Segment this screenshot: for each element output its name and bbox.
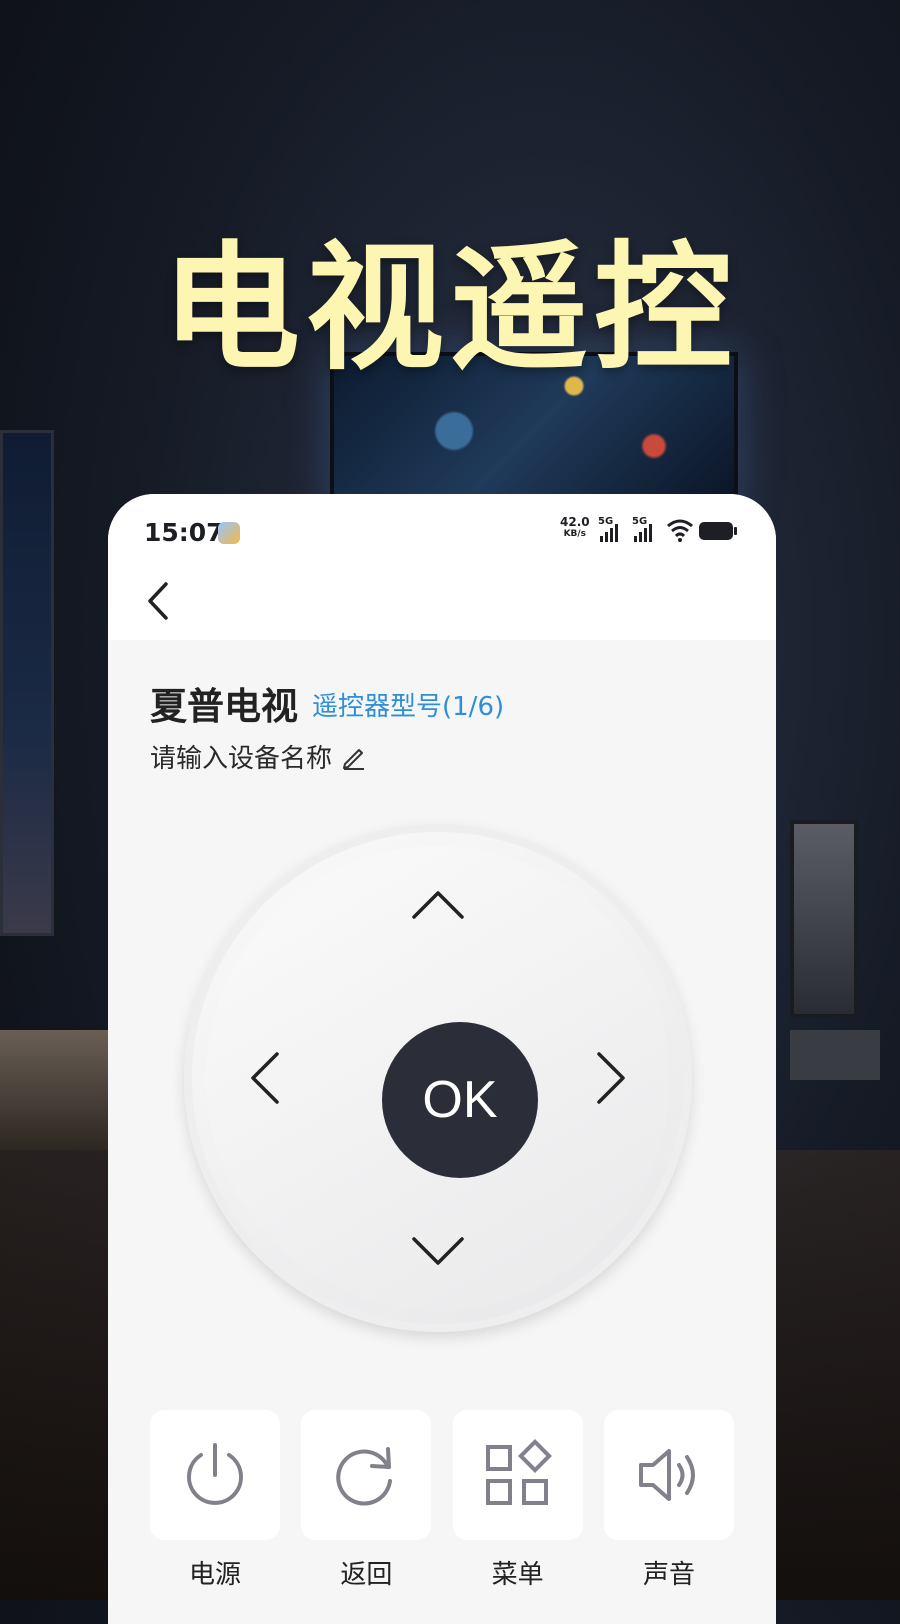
network-speed-value: 42.0 xyxy=(560,515,590,529)
return-button-tile[interactable] xyxy=(301,1410,432,1540)
chevron-up-icon xyxy=(412,891,464,919)
refresh-icon xyxy=(336,1447,393,1506)
device-title: 夏普电视 xyxy=(150,685,298,728)
chevron-right-icon xyxy=(597,1052,625,1104)
volume-icon xyxy=(638,1449,695,1501)
menu-grid-icon xyxy=(485,1439,552,1505)
status-time: 15:07 xyxy=(144,518,224,547)
back-button[interactable] xyxy=(140,576,180,626)
direction-pad: OK xyxy=(184,824,692,1332)
function-button-row: 电源 返回 菜单 声音 xyxy=(150,1410,734,1591)
down-button[interactable] xyxy=(403,1216,473,1286)
edit-pencil-icon[interactable] xyxy=(340,743,368,771)
power-button-tile[interactable] xyxy=(150,1410,280,1540)
notification-app-icon xyxy=(218,522,240,544)
return-label: 返回 xyxy=(340,1560,393,1590)
device-name-placeholder: 请输入设备名称 xyxy=(150,744,333,774)
menu-label: 菜单 xyxy=(491,1560,544,1590)
power-button[interactable]: 电源 xyxy=(150,1410,280,1591)
signal-1-icon: 5G xyxy=(598,516,626,542)
network-speed: 42.0 KB/s xyxy=(560,516,590,540)
status-bar: 15:07 42.0 KB/s 5G 5G xyxy=(108,494,776,570)
battery-icon xyxy=(699,522,737,540)
direction-pad-face: OK xyxy=(206,846,670,1310)
promo-headline: 电视遥控 xyxy=(161,228,738,389)
remote-model-link[interactable]: 遥控器型号(1/6) xyxy=(312,686,504,723)
network-speed-unit: KB/s xyxy=(563,529,587,539)
wifi-icon xyxy=(667,519,693,542)
background-table xyxy=(0,1030,110,1150)
menu-button-tile[interactable] xyxy=(452,1410,583,1540)
chevron-left-icon xyxy=(251,1052,279,1104)
return-button[interactable]: 返回 xyxy=(301,1410,432,1591)
power-icon xyxy=(187,1443,243,1505)
menu-button[interactable]: 菜单 xyxy=(452,1410,583,1591)
signal-2-icon: 5G xyxy=(632,516,660,542)
background-window xyxy=(0,430,54,936)
power-label: 电源 xyxy=(188,1560,241,1590)
background-picture-frame xyxy=(790,820,858,1018)
phone-screen: 15:07 42.0 KB/s 5G 5G 夏普电视 遥控器型号(1/6) 请输… xyxy=(108,494,776,1624)
background-shelf xyxy=(790,1030,880,1080)
right-button[interactable] xyxy=(576,1043,646,1113)
up-button[interactable] xyxy=(403,870,473,940)
chevron-left-icon xyxy=(148,582,168,620)
left-button[interactable] xyxy=(230,1043,300,1113)
ok-button[interactable]: OK xyxy=(382,1022,538,1178)
volume-label: 声音 xyxy=(642,1560,695,1590)
volume-button-tile[interactable] xyxy=(603,1410,734,1540)
device-name-field[interactable]: 请输入设备名称 xyxy=(150,738,368,775)
volume-button[interactable]: 声音 xyxy=(603,1410,734,1591)
chevron-down-icon xyxy=(412,1237,464,1265)
